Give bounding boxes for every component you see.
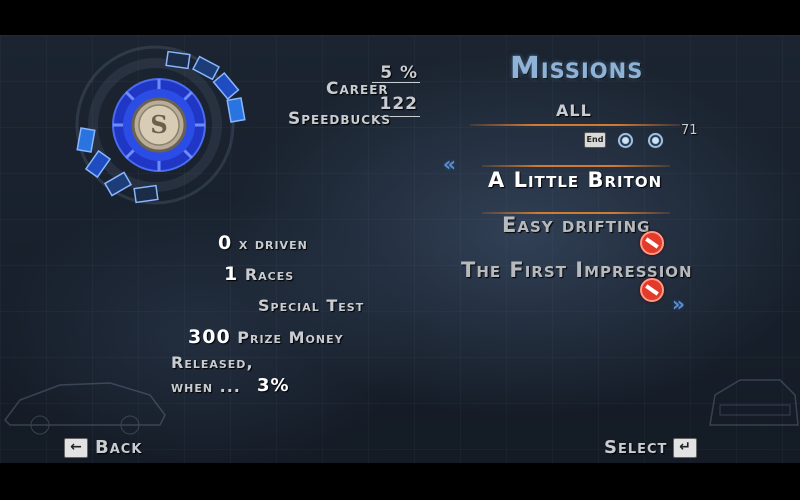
filter-radio-2[interactable]	[647, 132, 664, 149]
driven-value: 0	[218, 232, 233, 254]
car-outline-left-icon	[4, 382, 166, 435]
filter-radio-1[interactable]	[617, 132, 634, 149]
end-key-button[interactable]: End	[584, 132, 606, 148]
mission-item-selected[interactable]: A Little Briton	[488, 168, 662, 192]
prize-value: 300	[188, 326, 231, 348]
released-value: 3%	[257, 375, 290, 396]
released-label-line1: Released,	[171, 353, 254, 372]
no-entry-icon	[640, 231, 664, 255]
letterbox-bottom	[0, 463, 800, 500]
speedbucks-label: Speedbucks	[288, 109, 392, 129]
released-label-line2: when ...	[171, 377, 241, 396]
races-label: Races	[244, 265, 295, 284]
mission-screen: S 5 % Career 122 Speedbucks Missions ALL…	[0, 35, 800, 463]
select-button[interactable]: Select	[604, 437, 667, 458]
prize-label: Prize Money	[237, 328, 344, 347]
races-stat: 1 Races	[224, 263, 294, 285]
missions-filter[interactable]: ALL	[556, 101, 592, 120]
chevron-left-icon[interactable]: «	[443, 152, 456, 176]
mission-item-3[interactable]: The First Impression	[461, 258, 693, 282]
missions-title: Missions	[510, 51, 644, 86]
car-outline-right-icon	[709, 379, 799, 426]
svg-text:S: S	[150, 110, 167, 139]
filter-divider	[470, 124, 680, 126]
races-value: 1	[224, 263, 239, 285]
prize-stat: 300 Prize Money	[188, 326, 344, 348]
chevron-right-icon[interactable]: »	[672, 292, 685, 316]
backspace-key-icon[interactable]: ←	[64, 438, 88, 458]
career-progress-dial: S	[75, 45, 246, 205]
driven-label: x driven	[238, 234, 308, 253]
speedbucks-coin-icon: S	[131, 97, 187, 153]
mission-type: Special Test	[258, 296, 365, 315]
mission-item-2[interactable]: Easy drifting	[502, 213, 650, 237]
no-entry-icon	[640, 278, 664, 302]
enter-key-icon[interactable]: ↵	[673, 438, 697, 458]
selection-top-line	[482, 165, 670, 167]
driven-stat: 0 x driven	[218, 232, 308, 254]
back-button[interactable]: Back	[95, 437, 142, 458]
missions-count: 71	[681, 123, 698, 138]
letterbox-top	[0, 0, 800, 35]
